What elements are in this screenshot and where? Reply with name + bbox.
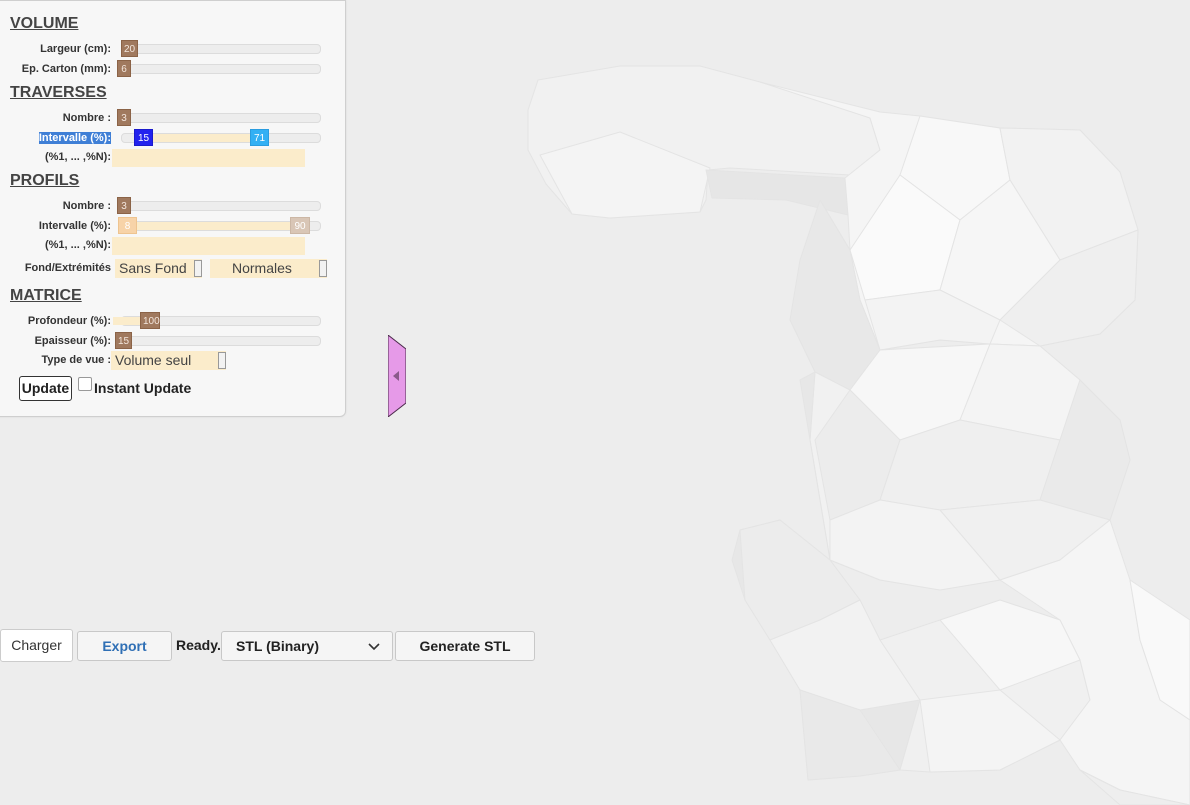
extremites-select-value: Normales [232,260,292,276]
type-vue-select[interactable]: Volume seul [111,351,226,370]
section-title-matrice: MATRICE [10,287,82,304]
traverses-intervalle-max-handle[interactable]: 71 [250,129,269,146]
traverses-nombre-label: Nombre : [62,112,111,124]
traverses-pourcentages-input[interactable] [112,149,305,167]
epaisseur-carton-slider-track[interactable] [121,64,321,74]
profils-intervalle-label: Intervalle (%): [38,220,111,232]
traverses-intervalle-label-text: Intervalle (%): [38,132,111,144]
panel-collapse-tab[interactable] [387,333,407,419]
type-vue-select-value: Volume seul [115,352,192,368]
largeur-slider-handle[interactable]: 20 [121,40,139,57]
format-select-value: STL (Binary) [236,638,319,654]
fond-select-handle [194,260,202,277]
profils-nombre-slider-track[interactable] [121,201,321,211]
extremites-select-handle [319,260,327,277]
epaisseur-matrice-slider-handle[interactable]: 15 [115,332,133,349]
extremites-select[interactable]: Normales [210,259,327,278]
profils-intervalle-range [129,222,301,230]
traverses-pourcentages-label: (%1, ... ,%N): [44,151,111,163]
epaisseur-carton-slider-handle[interactable]: 6 [117,60,131,77]
generate-stl-button[interactable]: Generate STL [395,631,535,661]
profondeur-label: Profondeur (%): [27,315,111,327]
instant-update-label: Instant Update [94,380,192,396]
profils-nombre-label: Nombre : [62,200,111,212]
profils-intervalle-max-handle[interactable]: 90 [290,217,310,234]
fond-select[interactable]: Sans Fond [115,259,202,278]
epaisseur-carton-label: Ep. Carton (mm): [21,63,111,75]
profils-pourcentages-label: (%1, ... ,%N): [44,239,111,251]
epaisseur-matrice-label: Epaisseur (%): [34,335,111,347]
section-title-volume: VOLUME [10,15,79,32]
update-button[interactable]: Update [19,376,72,401]
fond-extremites-label: Fond/Extrémités [24,262,111,274]
largeur-slider-track[interactable] [121,44,321,54]
type-vue-select-handle [218,352,226,369]
traverses-intervalle-min-handle[interactable]: 15 [134,129,153,146]
chevron-down-icon [368,643,380,651]
settings-panel: VOLUME Largeur (cm): 20 Ep. Carton (mm):… [0,0,346,417]
epaisseur-matrice-slider-track[interactable] [121,336,321,346]
instant-update-checkbox[interactable] [78,377,92,391]
section-title-profils: PROFILS [10,172,80,189]
fond-select-value: Sans Fond [119,260,187,276]
profils-nombre-slider-handle[interactable]: 3 [117,197,131,214]
profils-pourcentages-input[interactable] [112,237,305,255]
traverses-intervalle-label: Intervalle (%): [1,132,111,144]
type-vue-label: Type de vue : [41,354,111,366]
status-text: Ready. [176,637,221,653]
collapse-tab-shape [387,333,407,419]
traverses-nombre-slider-handle[interactable]: 3 [117,109,131,126]
charger-button[interactable]: Charger [0,629,73,662]
section-title-traverses: TRAVERSES [10,84,107,101]
traverses-nombre-slider-track[interactable] [121,113,321,123]
traverses-intervalle-range [147,134,259,142]
export-button[interactable]: Export [77,631,172,661]
profils-intervalle-min-handle[interactable]: 8 [118,217,137,234]
format-select[interactable]: STL (Binary) [221,631,393,661]
largeur-label: Largeur (cm): [40,43,111,55]
profondeur-slider-handle[interactable]: 100 [140,312,160,329]
profondeur-fill [113,317,143,325]
